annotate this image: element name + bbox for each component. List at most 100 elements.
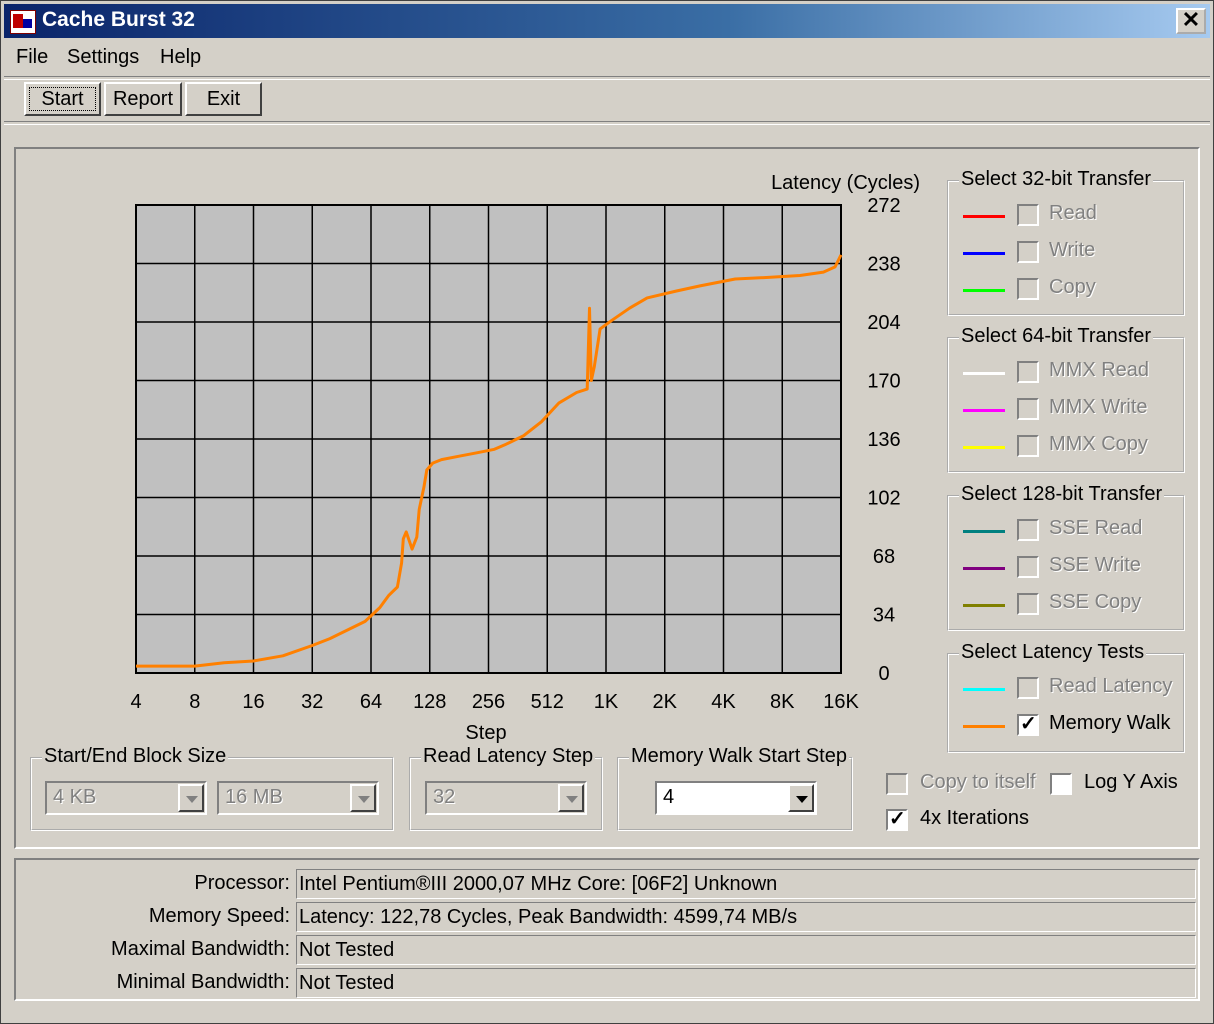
legend-checkbox[interactable]: ✓ [1017, 713, 1039, 736]
report-button[interactable]: Report [104, 82, 182, 116]
legend-label: Memory Walk [1049, 712, 1171, 734]
legend-checkbox[interactable] [1017, 677, 1039, 699]
x-tick-label: 4K [711, 691, 736, 713]
legend-label: SSE Write [1049, 554, 1141, 576]
x-tick-label: 128 [413, 691, 446, 713]
checkmark-icon: ✓ [1020, 713, 1037, 735]
iterations-option[interactable]: ✓ 4x Iterations [886, 807, 1046, 833]
legend-checkbox[interactable] [1017, 519, 1039, 541]
menu-settings[interactable]: Settings [67, 46, 139, 69]
chevron-down-icon[interactable] [788, 784, 814, 812]
iterations-checkbox[interactable]: ✓ [886, 808, 908, 831]
app-window: Cache Burst 32 ✕ File Settings Help Star… [0, 0, 1214, 1024]
chevron-down-icon[interactable] [558, 784, 584, 812]
copy-to-itself-checkbox[interactable] [886, 773, 908, 795]
log-y-axis-label: Log Y Axis [1084, 771, 1178, 793]
group-read-latency-step: Read Latency Step 32 [409, 745, 603, 831]
legend-checkbox[interactable] [1017, 204, 1039, 226]
min-bandwidth-label: Minimal Bandwidth: [116, 971, 290, 993]
app-icon[interactable] [10, 10, 36, 34]
memory-walk-step-select[interactable]: 4 [655, 781, 817, 815]
legend-checkbox[interactable] [1017, 241, 1039, 263]
chevron-down-icon[interactable] [350, 784, 376, 812]
group-32bit-transfer: Select 32-bit Transfer Read Write Copy [947, 168, 1185, 316]
y-tick-label: 102 [867, 488, 900, 510]
checkmark-icon: ✓ [889, 808, 906, 830]
chevron-down-icon[interactable] [178, 784, 204, 812]
legend-label: MMX Copy [1049, 433, 1148, 455]
memory-speed-value: Latency: 122,78 Cycles, Peak Bandwidth: … [296, 902, 1196, 932]
legend-color-swatch [963, 372, 1005, 375]
window-title: Cache Burst 32 [42, 8, 195, 31]
group-128bit-transfer: Select 128-bit Transfer SSE Read SSE Writ… [947, 483, 1185, 631]
close-icon: ✕ [1181, 7, 1201, 32]
close-button[interactable]: ✕ [1176, 8, 1206, 34]
read-latency-step-value: 32 [433, 786, 456, 808]
legend-color-swatch [963, 446, 1005, 449]
menu-help[interactable]: Help [160, 46, 201, 69]
x-tick-label: 512 [531, 691, 564, 713]
legend-color-swatch [963, 567, 1005, 570]
legend-checkbox[interactable] [1017, 278, 1039, 300]
copy-to-itself-option[interactable]: Copy to itself [886, 771, 1046, 797]
x-tick-label: 4 [130, 691, 141, 713]
read-latency-step-select[interactable]: 32 [425, 781, 587, 815]
legend-color-swatch [963, 604, 1005, 607]
y-tick-label: 272 [867, 195, 900, 217]
legend-checkbox[interactable] [1017, 556, 1039, 578]
end-block-size-value: 16 MB [225, 786, 283, 808]
iterations-label: 4x Iterations [920, 807, 1029, 829]
copy-to-itself-label: Copy to itself [920, 771, 1036, 793]
start-block-size-value: 4 KB [53, 786, 97, 808]
title-bar[interactable]: Cache Burst 32 ✕ [4, 4, 1210, 38]
min-bandwidth-value: Not Tested [296, 968, 1196, 998]
y-tick-label: 170 [867, 371, 900, 393]
group-memory-walk-start-step: Memory Walk Start Step 4 [617, 745, 853, 831]
x-tick-label: 2K [653, 691, 678, 713]
y-tick-label: 238 [867, 254, 900, 276]
x-axis-label: Step [465, 722, 506, 744]
x-tick-label: 1K [594, 691, 619, 713]
legend-label: Read [1049, 202, 1097, 224]
x-tick-label: 64 [360, 691, 382, 713]
legend-checkbox[interactable] [1017, 398, 1039, 420]
legend-color-swatch [963, 215, 1005, 218]
legend-label: Write [1049, 239, 1096, 261]
group-64bit-transfer: Select 64-bit Transfer MMX Read MMX Write… [947, 325, 1185, 473]
x-tick-label: 256 [472, 691, 505, 713]
legend-label: Read Latency [1049, 675, 1173, 697]
start-button[interactable]: Start [24, 82, 101, 116]
x-tick-label: 16 [242, 691, 264, 713]
log-y-axis-option[interactable]: Log Y Axis [1050, 771, 1190, 797]
x-tick-label: 8K [770, 691, 795, 713]
info-panel: Processor: Intel Pentium®III 2000,07 MHz… [14, 858, 1200, 1001]
y-tick-label: 0 [878, 663, 889, 685]
toolbar-separator [4, 76, 1210, 80]
toolbar-bottom-separator [4, 121, 1210, 125]
legend-checkbox[interactable] [1017, 361, 1039, 383]
x-tick-label: 16K [823, 691, 859, 713]
y-axis-label: Latency (Cycles) [771, 172, 920, 194]
menu-bar: File Settings Help [4, 41, 1210, 75]
y-tick-label: 204 [867, 312, 900, 334]
y-tick-label: 136 [867, 429, 900, 451]
legend-label: Copy [1049, 276, 1096, 298]
menu-file[interactable]: File [16, 46, 48, 69]
legend-label: MMX Read [1049, 359, 1150, 381]
start-block-size-select[interactable]: 4 KB [45, 781, 207, 815]
legend-color-swatch [963, 530, 1005, 533]
main-panel: Latency (Cycles) Step 272 238 204 170 136 102… [14, 147, 1200, 849]
legend-checkbox[interactable] [1017, 435, 1039, 457]
y-tick-label: 68 [873, 546, 895, 568]
memory-walk-step-value: 4 [663, 786, 675, 808]
legend-color-swatch [963, 688, 1005, 691]
end-block-size-select[interactable]: 16 MB [217, 781, 379, 815]
legend-checkbox[interactable] [1017, 593, 1039, 615]
log-y-axis-checkbox[interactable] [1050, 773, 1072, 795]
processor-label: Processor: [194, 872, 290, 894]
y-tick-label: 34 [873, 605, 895, 627]
exit-button[interactable]: Exit [185, 82, 262, 116]
legend-label: SSE Copy [1049, 591, 1142, 613]
read-latency-step-title: Read Latency Step [421, 745, 596, 768]
latency-chart: Latency (Cycles) Step 272 238 204 170 136 102… [130, 172, 920, 744]
